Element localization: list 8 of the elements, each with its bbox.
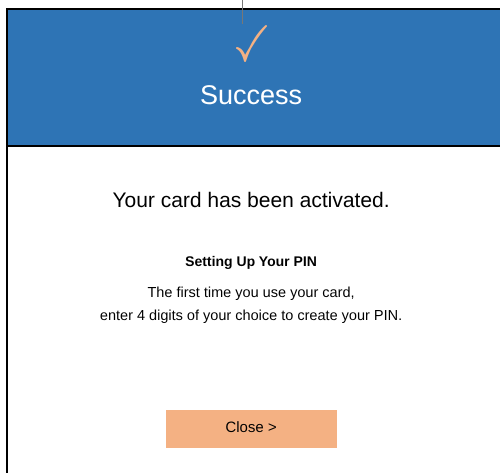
close-button[interactable]: Close >: [166, 410, 336, 448]
section-heading: Setting Up Your PIN: [185, 252, 317, 271]
instruction-text: The first time you use your card,: [147, 284, 355, 302]
tick-mark: [242, 0, 243, 24]
dialog-title: Success: [200, 82, 302, 109]
status-message: Your card has been activated.: [112, 188, 390, 214]
check-icon: [235, 24, 267, 64]
instruction-text: enter 4 digits of your choice to create your PIN.: [100, 306, 402, 326]
